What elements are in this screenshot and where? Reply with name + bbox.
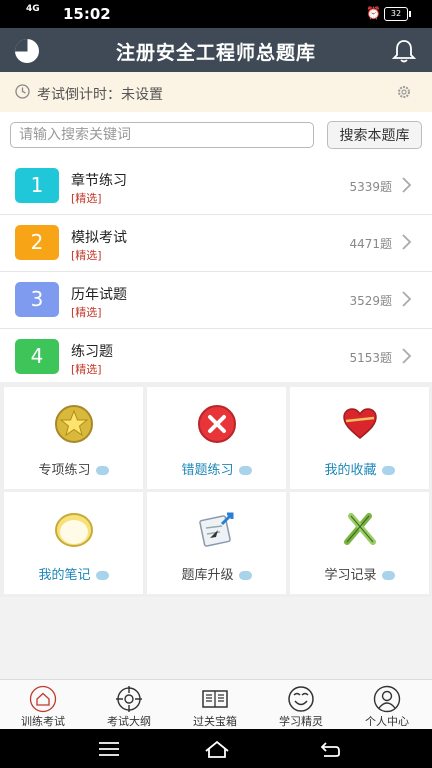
list-item-mock-exam[interactable]: 2 模拟考试 [精选] 4471题	[0, 215, 432, 272]
tile-label: 学习记录	[324, 568, 377, 583]
tile-bank-upgrade[interactable]: 题库升级	[147, 492, 286, 594]
indicator-dot	[95, 466, 109, 475]
category-name: 历年试题	[71, 287, 127, 303]
smiley-icon	[288, 686, 314, 712]
question-count: 5339题	[349, 180, 392, 194]
number-badge: 4	[15, 339, 59, 374]
heart-icon	[343, 408, 377, 439]
tile-study-records[interactable]: 学习记录	[290, 492, 429, 594]
number-badge: 2	[15, 225, 59, 260]
tile-my-favorites[interactable]: 我的收藏	[290, 387, 429, 489]
book-icon	[202, 690, 228, 708]
search-button[interactable]: 搜索本题库	[327, 121, 422, 149]
list-item-chapter-practice[interactable]: 1 章节练习 [精选] 5339题	[0, 158, 432, 215]
countdown-label: 考试倒计时：未设置	[37, 87, 163, 103]
back-icon[interactable]	[318, 739, 342, 759]
indicator-dot	[238, 571, 252, 580]
tile-my-notes[interactable]: 我的笔记	[4, 492, 143, 594]
battery-indicator: 32	[384, 7, 411, 21]
notepad-icon	[55, 513, 93, 547]
red-x-icon	[198, 405, 236, 443]
menu-icon[interactable]	[97, 739, 121, 759]
clock-icon	[15, 84, 30, 99]
tile-special-practice[interactable]: 专项练习	[4, 387, 143, 489]
list-item-exercises[interactable]: 4 练习题 [精选] 5153题	[0, 329, 432, 386]
featured-tag: [精选]	[71, 306, 102, 319]
chevron-right-icon	[402, 348, 412, 364]
bottom-tab-bar: 训练考试 考试大纲 过关宝箱 学习精灵 个人中心	[0, 679, 432, 730]
exam-countdown-bar[interactable]: 考试倒计时：未设置	[0, 72, 432, 112]
feature-grid: 专项练习 错题练习 我的收藏 我的笔记 题库升级 学习记录	[0, 382, 432, 597]
page-title: 注册安全工程师总题库	[115, 42, 316, 64]
indicator-dot	[381, 571, 395, 580]
tile-wrong-questions[interactable]: 错题练习	[147, 387, 286, 489]
tile-label: 我的收藏	[324, 463, 377, 478]
upgrade-icon	[199, 512, 234, 547]
category-name: 模拟考试	[71, 230, 127, 246]
indicator-dot	[238, 466, 252, 475]
list-item-past-exams[interactable]: 3 历年试题 [精选] 3529题	[0, 272, 432, 329]
number-badge: 3	[15, 282, 59, 317]
question-count: 4471题	[349, 237, 392, 251]
indicator-dot	[381, 466, 395, 475]
bell-icon[interactable]	[390, 37, 418, 65]
star-badge-icon	[55, 405, 93, 443]
tile-label: 专项练习	[38, 463, 91, 478]
question-count: 3529题	[349, 294, 392, 308]
chevron-right-icon	[402, 234, 412, 250]
category-name: 章节练习	[71, 173, 127, 189]
tile-label: 错题练习	[181, 463, 234, 478]
tab-study-sprite[interactable]: 学习精灵	[258, 680, 344, 730]
search-input[interactable]	[10, 122, 314, 148]
chevron-right-icon	[402, 177, 412, 193]
tile-label: 题库升级	[181, 568, 234, 583]
tab-label: 训练考试	[21, 715, 65, 728]
featured-tag: [精选]	[71, 249, 102, 262]
person-icon	[373, 685, 401, 713]
crosshair-icon	[116, 686, 142, 712]
tab-personal-center[interactable]: 个人中心	[344, 680, 430, 730]
tab-treasure-box[interactable]: 过关宝箱	[172, 680, 258, 730]
number-badge: 1	[15, 168, 59, 203]
question-count: 5153题	[349, 351, 392, 365]
tab-label: 过关宝箱	[193, 715, 237, 728]
indicator-dot	[95, 571, 109, 580]
chevron-right-icon	[402, 291, 412, 307]
pencils-icon	[344, 513, 376, 545]
search-bar: 搜索本题库	[0, 112, 432, 159]
tab-training-exam[interactable]: 训练考试	[0, 680, 86, 730]
tile-label: 我的笔记	[38, 568, 91, 583]
home-icon	[29, 685, 57, 713]
tab-label: 个人中心	[365, 715, 409, 728]
gear-icon[interactable]	[397, 85, 411, 99]
app-header: 注册安全工程师总题库	[0, 28, 432, 72]
home-nav-icon[interactable]	[203, 739, 231, 759]
featured-tag: [精选]	[71, 192, 102, 205]
tab-exam-syllabus[interactable]: 考试大纲	[86, 680, 172, 730]
alarm-icon: ⏰	[366, 6, 381, 20]
category-list: 1 章节练习 [精选] 5339题 2 模拟考试 [精选] 4471题 3 历年…	[0, 158, 432, 386]
status-time: 15:02	[63, 5, 111, 23]
status-bar: 4G 15:02 ⏰ 32	[0, 0, 432, 28]
featured-tag: [精选]	[71, 363, 102, 376]
tab-label: 考试大纲	[107, 715, 151, 728]
category-name: 练习题	[71, 344, 113, 360]
tab-label: 学习精灵	[279, 715, 323, 728]
signal-indicator: 4G	[26, 4, 40, 14]
system-nav-bar	[0, 729, 432, 768]
